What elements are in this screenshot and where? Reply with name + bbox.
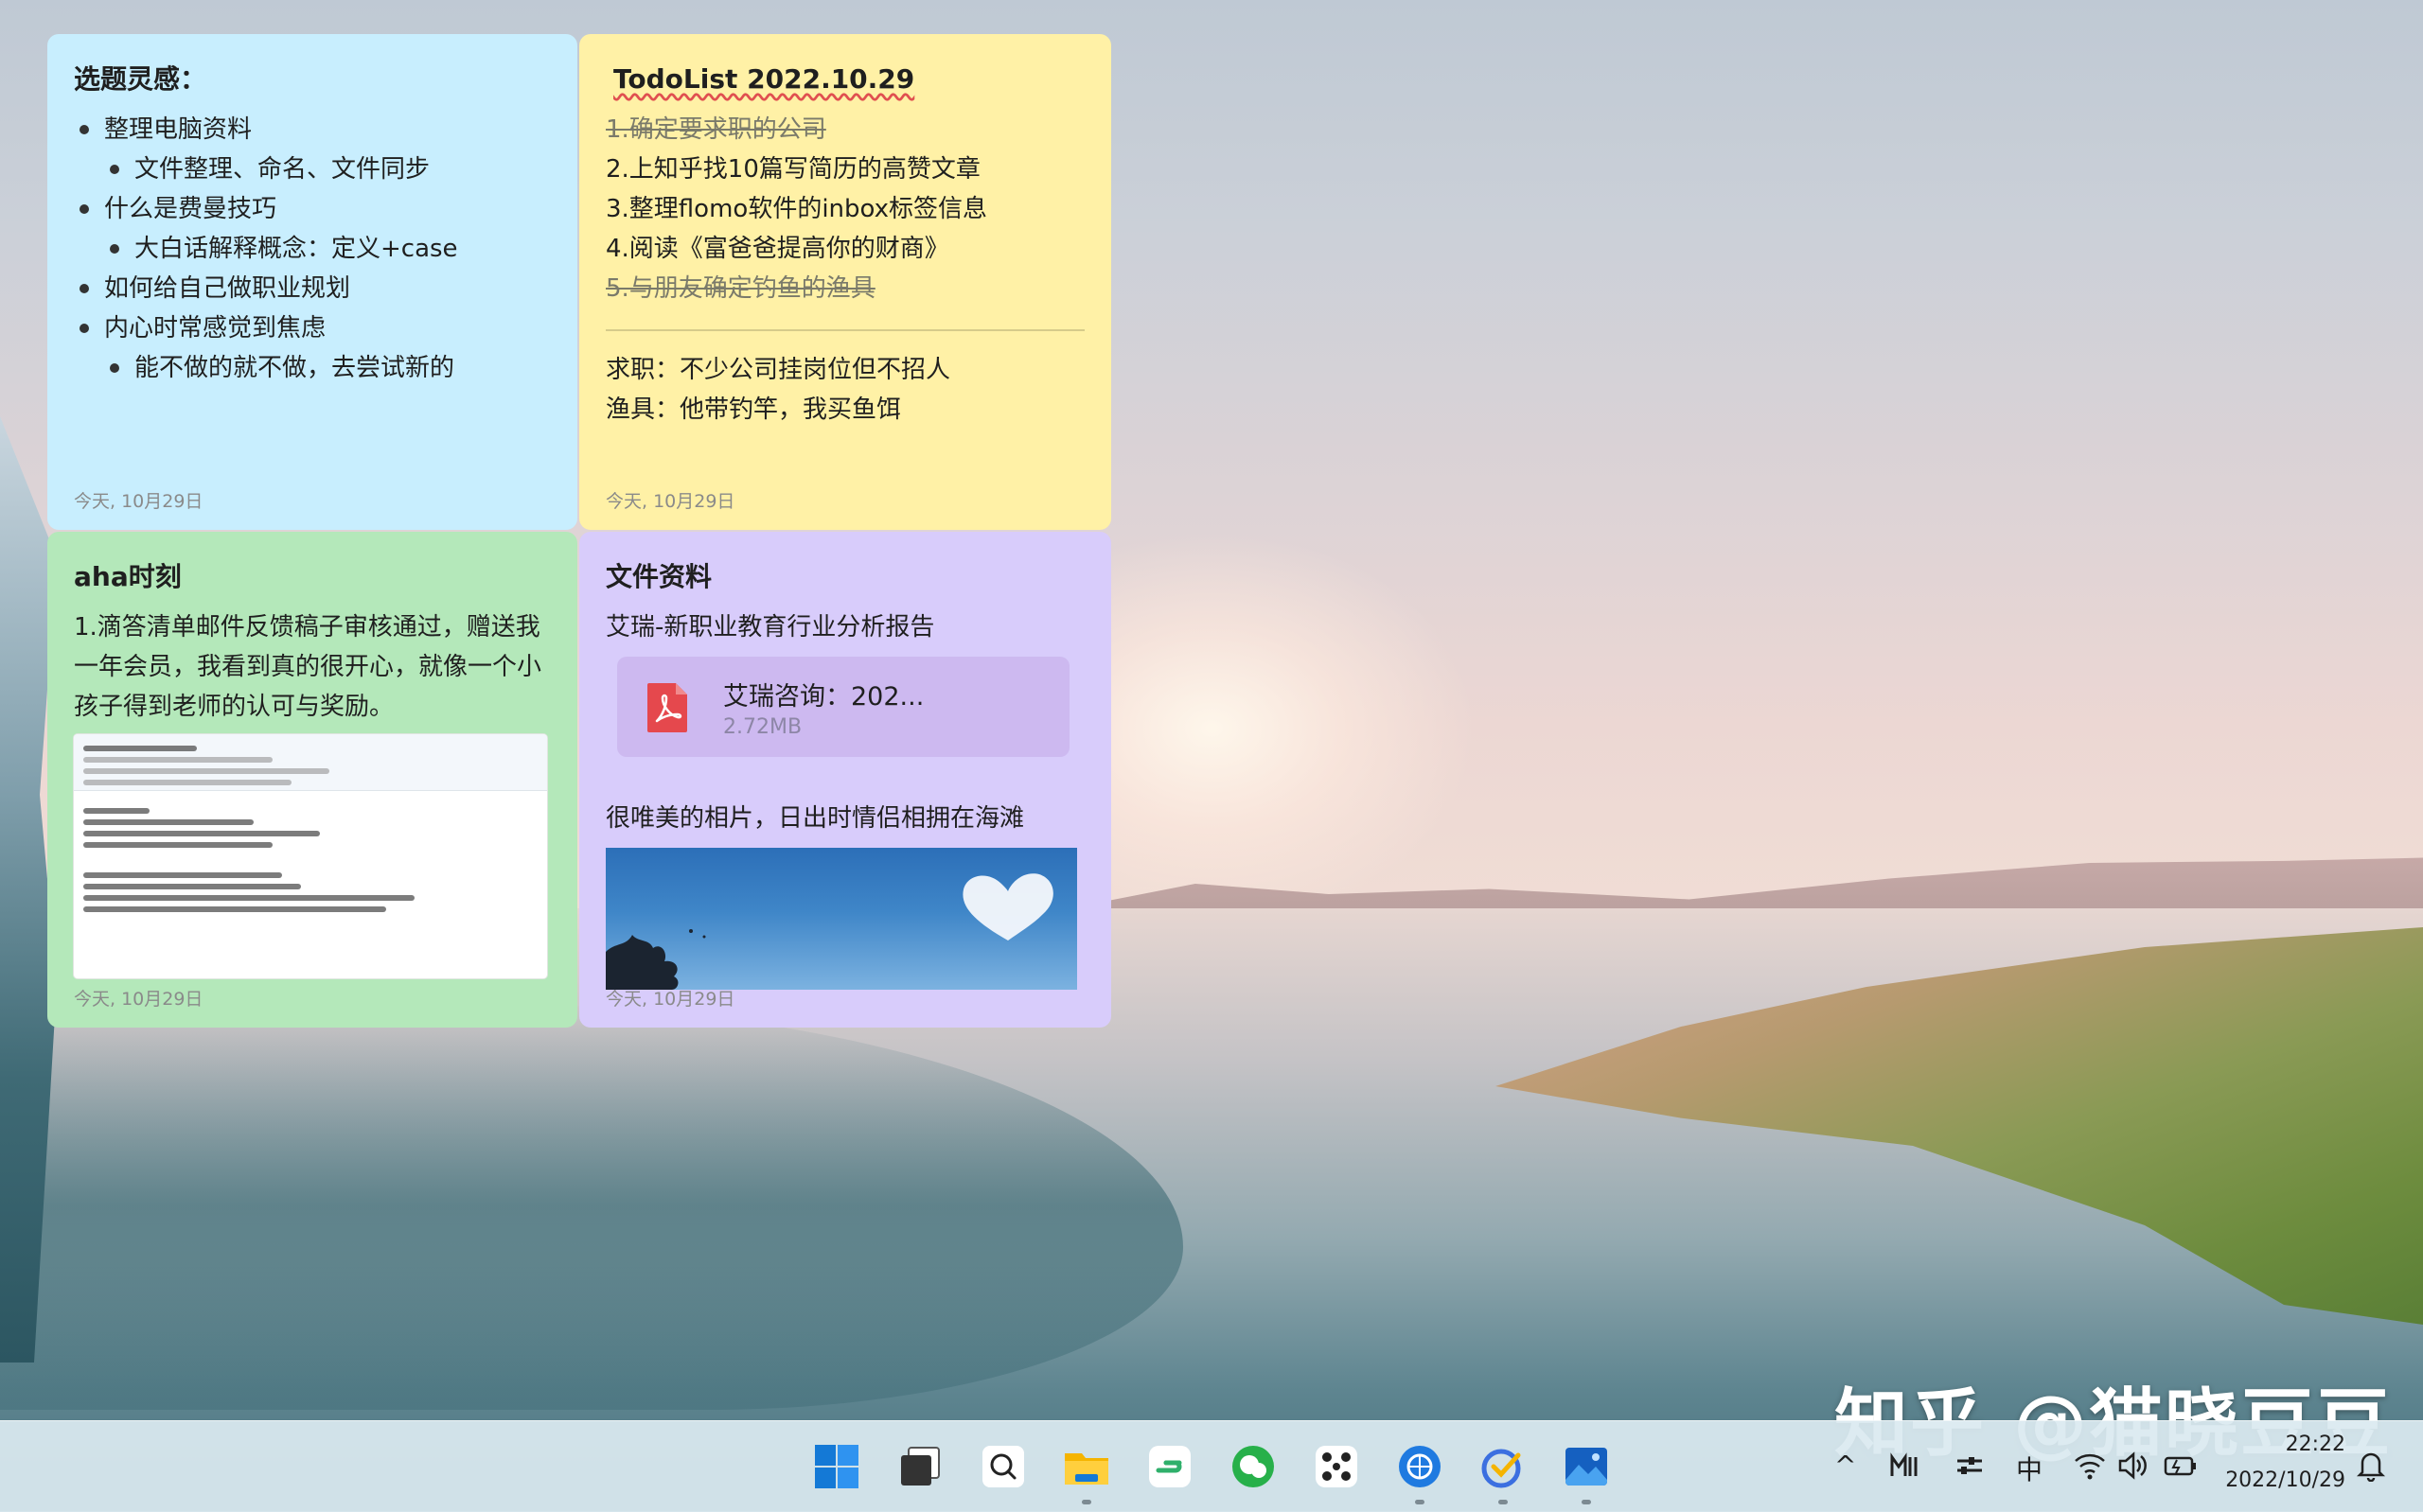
task-view-icon[interactable] bbox=[895, 1442, 945, 1491]
report-label: 艾瑞-新职业教育行业分析报告 bbox=[606, 613, 935, 642]
photo-caption: 很唯美的相片，日出时情侣相拥在海滩 bbox=[606, 804, 1025, 833]
pdf-attachment[interactable]: 艾瑞咨询：202... 2.72MB bbox=[617, 657, 1070, 757]
note-date: 今天, 10月29日 bbox=[606, 491, 735, 512]
browser-icon[interactable] bbox=[1395, 1442, 1444, 1491]
todo-item: 2.上知乎找10篇写简历的高赞文章 bbox=[606, 155, 981, 184]
email-body bbox=[74, 791, 547, 929]
email-subject-line bbox=[83, 746, 197, 751]
list-item: 文件整理、命名、文件同步 bbox=[74, 149, 551, 189]
taskbar: ^ 中 22:22 2022/10/29 bbox=[0, 1420, 2423, 1512]
running-indicator bbox=[1498, 1500, 1508, 1504]
email-screenshot-image[interactable] bbox=[74, 734, 547, 978]
photos-icon[interactable] bbox=[1562, 1442, 1611, 1491]
volume-icon[interactable] bbox=[2116, 1450, 2149, 1482]
email-text-line bbox=[83, 808, 150, 814]
flomo-icon[interactable] bbox=[1145, 1442, 1194, 1491]
running-indicator bbox=[1415, 1500, 1424, 1504]
search-icon[interactable] bbox=[979, 1442, 1028, 1491]
wifi-icon[interactable] bbox=[2073, 1450, 2107, 1482]
email-meta-line bbox=[83, 780, 292, 785]
todo-item-done: 5.与朋友确定钓鱼的渔具 bbox=[606, 274, 875, 303]
email-text-line bbox=[83, 831, 320, 836]
note-title: 选题灵感： bbox=[74, 63, 207, 95]
todo-item: 3.整理flomo软件的inbox标签信息 bbox=[606, 195, 988, 223]
running-indicator bbox=[1582, 1500, 1591, 1504]
note-line: 求职：不少公司挂岗位但不招人 bbox=[606, 356, 951, 384]
sticky-note-ideas[interactable]: 选题灵感： 整理电脑资料 文件整理、命名、文件同步 什么是费曼技巧 大白话解释概… bbox=[47, 34, 577, 530]
list-item: 内心时常感觉到焦虑 bbox=[74, 308, 551, 348]
email-header bbox=[74, 734, 547, 791]
email-text-line bbox=[83, 895, 415, 901]
running-indicator bbox=[1082, 1500, 1091, 1504]
divider bbox=[606, 329, 1085, 331]
notification-bell-icon[interactable] bbox=[2355, 1450, 2387, 1482]
note-title: aha时刻 bbox=[74, 561, 182, 592]
heart-cloud-icon bbox=[963, 873, 1053, 941]
sticky-note-todolist[interactable]: TodoList 2022.10.29 1.确定要求职的公司 2.上知乎找10篇… bbox=[579, 34, 1111, 530]
email-text-line bbox=[83, 884, 301, 889]
note-title: 文件资料 bbox=[606, 561, 713, 592]
list-item: 如何给自己做职业规划 bbox=[74, 269, 551, 308]
tree-silhouette-icon bbox=[606, 929, 706, 990]
note-title-wrap: TodoList 2022.10.29 bbox=[606, 61, 1085, 98]
list-item: 能不做的就不做，去尝试新的 bbox=[74, 348, 551, 388]
email-text-line bbox=[83, 842, 273, 848]
todo-item: 4.阅读《富爸爸提高你的财商》 bbox=[606, 235, 949, 263]
list-item: 什么是费曼技巧 bbox=[74, 189, 551, 229]
clock-date[interactable]: 2022/10/29 bbox=[2225, 1468, 2345, 1492]
wechat-icon[interactable] bbox=[1229, 1442, 1278, 1491]
note-title: TodoList 2022.10.29 bbox=[613, 63, 915, 95]
email-text-line bbox=[83, 819, 254, 825]
clock-time[interactable]: 22:22 bbox=[2286, 1433, 2345, 1456]
app-nodes-icon[interactable] bbox=[1312, 1442, 1361, 1491]
todo-item-done: 1.确定要求职的公司 bbox=[606, 115, 826, 144]
note-body: 1.滴答清单邮件反馈稿子审核通过，赠送我一年会员，我看到真的很开心，就像一个小孩… bbox=[74, 613, 542, 721]
start-icon[interactable] bbox=[812, 1442, 861, 1491]
bullet-list: 整理电脑资料 文件整理、命名、文件同步 什么是费曼技巧 大白话解释概念：定义+c… bbox=[74, 110, 551, 388]
ticktick-icon[interactable] bbox=[1478, 1442, 1528, 1491]
couple-photo-image[interactable] bbox=[606, 848, 1077, 990]
note-line: 渔具：他带钓竿，我买鱼饵 bbox=[606, 396, 902, 424]
sticky-note-aha[interactable]: aha时刻 1.滴答清单邮件反馈稿子审核通过，赠送我一年会员，我看到真的很开心，… bbox=[47, 532, 577, 1028]
sticky-note-files[interactable]: 文件资料 艾瑞-新职业教育行业分析报告 艾瑞咨询：202... 2.72MB 很… bbox=[579, 532, 1111, 1028]
list-item: 大白话解释概念：定义+case bbox=[74, 229, 551, 269]
settings-sliders-icon[interactable] bbox=[1954, 1450, 1986, 1482]
note-date: 今天, 10月29日 bbox=[606, 989, 735, 1010]
email-meta-line bbox=[83, 757, 273, 763]
show-hidden-icons-chevron-icon[interactable]: ^ bbox=[1834, 1450, 1856, 1481]
email-text-line bbox=[83, 872, 282, 878]
file-name: 艾瑞咨询：202... bbox=[723, 682, 925, 712]
note-date: 今天, 10月29日 bbox=[74, 989, 203, 1010]
list-item: 整理电脑资料 bbox=[74, 110, 551, 149]
ime-indicator[interactable]: 中 bbox=[2016, 1450, 2043, 1487]
battery-icon[interactable] bbox=[2162, 1450, 2200, 1482]
pdf-icon bbox=[647, 683, 687, 732]
file-size: 2.72MB bbox=[723, 715, 803, 739]
app-tray-m-icon[interactable] bbox=[1889, 1450, 1921, 1482]
email-text-line bbox=[83, 906, 386, 912]
file-explorer-icon[interactable] bbox=[1062, 1442, 1111, 1491]
email-meta-line bbox=[83, 768, 329, 774]
note-date: 今天, 10月29日 bbox=[74, 491, 203, 512]
